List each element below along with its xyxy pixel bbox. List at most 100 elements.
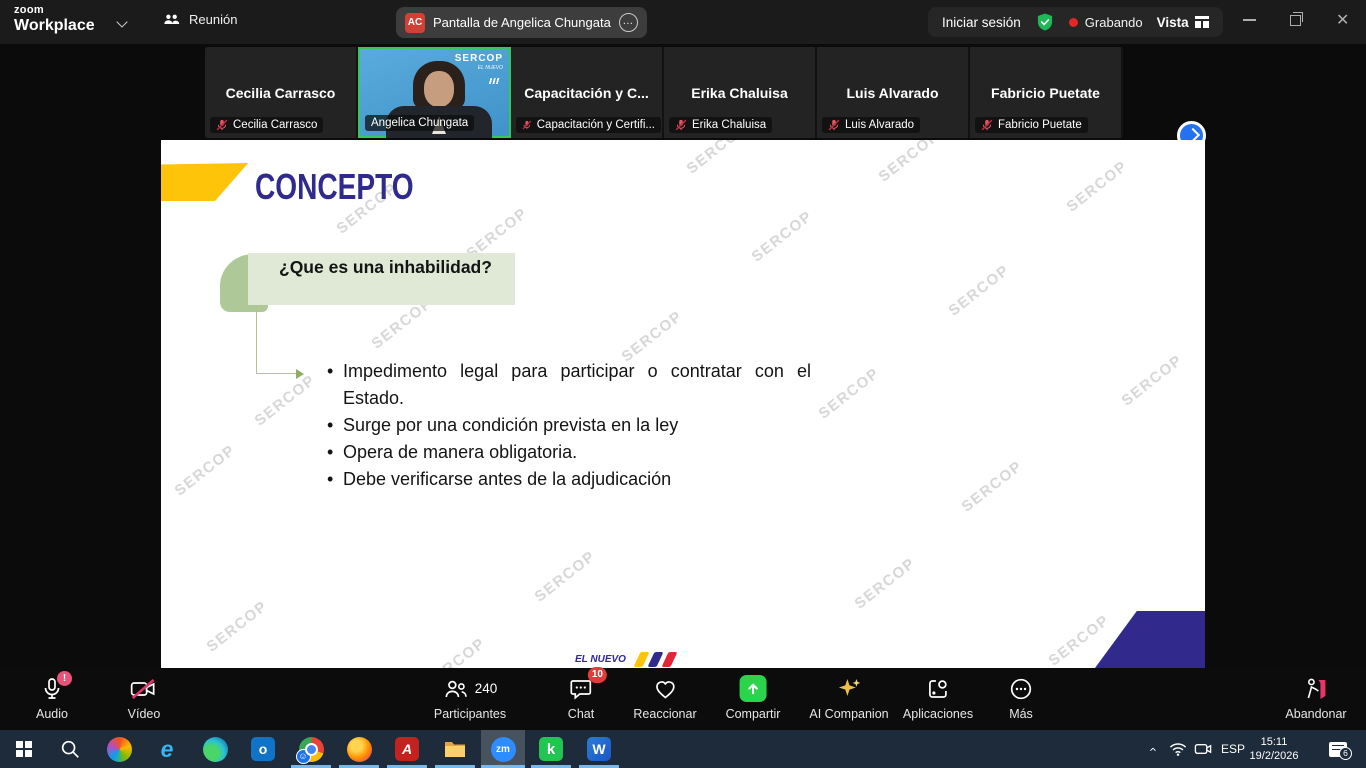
sign-in-button[interactable]: Iniciar sesión (942, 15, 1021, 30)
meeting-tab-label: Reunión (189, 12, 237, 27)
zoom-workplace-logo: zoom Workplace (14, 5, 95, 34)
minimize-button[interactable] (1243, 12, 1257, 26)
participant-name: Capacitación y C... (511, 85, 662, 101)
sercop-watermark: SERCOP (203, 598, 270, 656)
taskbar-copilot-button[interactable] (97, 730, 141, 768)
recording-indicator[interactable]: Grabando (1069, 15, 1143, 30)
search-icon (59, 738, 81, 760)
share-screen-button[interactable]: Compartir (726, 675, 781, 721)
bullet-item: Surge por una condición prevista en la l… (327, 412, 857, 439)
participants-button[interactable]: 240 Participantes (434, 675, 506, 721)
taskbar-word-button[interactable]: W (577, 730, 621, 768)
participant-tile-erika[interactable]: Erika Chaluisa Erika Chaluisa (664, 47, 817, 138)
camera-icon (1194, 741, 1213, 757)
connector-arrow-icon (296, 369, 304, 379)
sercop-watermark: SERCOP (171, 442, 238, 500)
participant-label: Luis Alvarado (822, 117, 920, 133)
internet-explorer-icon: e (161, 736, 174, 763)
taskbar-search-button[interactable] (48, 730, 92, 768)
tray-wifi[interactable] (1169, 730, 1188, 768)
taskbar-chrome-button[interactable]: ☺ (289, 730, 333, 768)
copilot-icon (107, 737, 132, 762)
participant-tile-luis[interactable]: Luis Alvarado Luis Alvarado (817, 47, 970, 138)
tray-language[interactable]: ESP (1221, 730, 1245, 768)
connector-line (256, 373, 296, 374)
taskbar-edge-button[interactable] (193, 730, 237, 768)
view-button[interactable]: Vista (1157, 15, 1209, 30)
chevron-up-icon: › (1145, 747, 1160, 751)
share-up-arrow-icon (740, 675, 767, 702)
bullet-item: Debe verificarse antes de la adjudicació… (327, 466, 857, 493)
avatar: AC (405, 13, 425, 33)
more-button[interactable]: Más (1009, 675, 1033, 721)
chat-button[interactable]: 10 Chat (568, 675, 594, 721)
tray-clock[interactable]: 15:11 19/2/2026 (1243, 735, 1305, 763)
taskbar-ie-button[interactable]: e (145, 730, 189, 768)
bullet-list: Impedimento legal para participar o cont… (327, 358, 857, 493)
security-shield-icon[interactable] (1035, 12, 1055, 32)
apps-icon (926, 677, 950, 701)
tray-show-hidden-icons[interactable]: › (1150, 730, 1154, 768)
tab-meeting[interactable]: Reunión (163, 12, 237, 27)
brand-chevron-down-icon[interactable] (118, 16, 128, 26)
zoom-meeting-window: zoom Workplace Reunión AC Pantalla de An… (0, 0, 1366, 768)
apps-button[interactable]: Aplicaciones (903, 675, 973, 721)
tray-time: 15:11 (1243, 735, 1305, 749)
mic-muted-icon (216, 119, 228, 131)
sparkle-icon (836, 676, 862, 702)
participant-tile-angelica-video[interactable]: SERCOP EL NUEVO Angelica Chungata (358, 47, 511, 138)
video-button[interactable]: Vídeo (128, 675, 161, 721)
audio-button[interactable]: ! Audio (36, 675, 68, 721)
participant-tile-cecilia[interactable]: Cecilia Carrasco Cecilia Carrasco (205, 47, 358, 138)
share-options-ellipsis-icon[interactable]: … (619, 13, 638, 32)
sercop-watermark: SERCOP (875, 140, 942, 185)
taskbar-firefox-button[interactable] (337, 730, 381, 768)
chrome-icon: ☺ (299, 737, 324, 762)
ai-companion-button[interactable]: AI Companion (809, 675, 888, 721)
chat-unread-badge: 10 (588, 667, 607, 683)
sercop-watermark: SERCOP (748, 208, 815, 266)
taskbar-kaspersky-button[interactable]: k (529, 730, 573, 768)
close-button[interactable]: ✕ (1336, 10, 1349, 30)
taskbar-outlook-button[interactable]: o (241, 730, 285, 768)
outlook-icon: o (251, 737, 275, 761)
participant-tile-fabricio[interactable]: Fabricio Puetate Fabricio Puetate (970, 47, 1123, 138)
sercop-watermark: SERCOP (683, 140, 750, 177)
mic-muted-icon (981, 119, 993, 131)
notification-icon: 6 (1329, 742, 1347, 757)
sercop-watermark: SERCOP (1063, 158, 1130, 216)
mic-muted-icon (828, 119, 840, 131)
zoom-app-icon: zm (491, 737, 516, 762)
react-button[interactable]: Reaccionar (633, 675, 696, 721)
title-accent-shape (161, 163, 251, 201)
sercop-watermark: SERCOP (945, 262, 1012, 320)
flag-slash-red (662, 652, 678, 667)
recording-label: Grabando (1085, 15, 1143, 30)
taskbar-acrobat-button[interactable]: A (385, 730, 429, 768)
leave-meeting-button[interactable]: Abandonar (1285, 675, 1346, 721)
recording-dot-icon (1069, 18, 1078, 27)
participant-label: Capacitación y Certifi... (516, 117, 661, 133)
word-icon: W (587, 737, 611, 761)
notification-count-badge: 6 (1339, 747, 1352, 760)
bullet-item: Opera de manera obligatoria. (327, 439, 857, 466)
tray-notifications[interactable]: 6 (1329, 730, 1347, 768)
brand-top: zoom (14, 5, 95, 16)
taskbar-explorer-button[interactable] (433, 730, 477, 768)
participants-count: 240 (475, 681, 498, 696)
mic-muted-icon (522, 119, 532, 131)
audio-alert-badge: ! (57, 671, 72, 686)
participant-tile-capacitacion[interactable]: Capacitación y C... Capacitación y Certi… (511, 47, 664, 138)
topbar-status-group: Iniciar sesión Grabando Vista (928, 7, 1223, 37)
tray-camera-in-use[interactable] (1194, 730, 1213, 768)
participant-name: Erika Chaluisa (664, 85, 815, 101)
windows-taskbar: e o ☺ A zm k W › (0, 730, 1366, 768)
participant-filmstrip: Cecilia Carrasco Cecilia Carrasco SERCOP… (0, 44, 1366, 140)
restore-button[interactable] (1290, 12, 1304, 26)
corner-accent-shape (1095, 611, 1205, 668)
taskbar-zoom-button[interactable]: zm (481, 730, 525, 768)
screen-share-pill[interactable]: AC Pantalla de Angelica Chungata … (396, 7, 647, 38)
start-button[interactable] (2, 730, 46, 768)
camera-off-icon (130, 677, 158, 701)
participant-label: Cecilia Carrasco (210, 117, 323, 133)
